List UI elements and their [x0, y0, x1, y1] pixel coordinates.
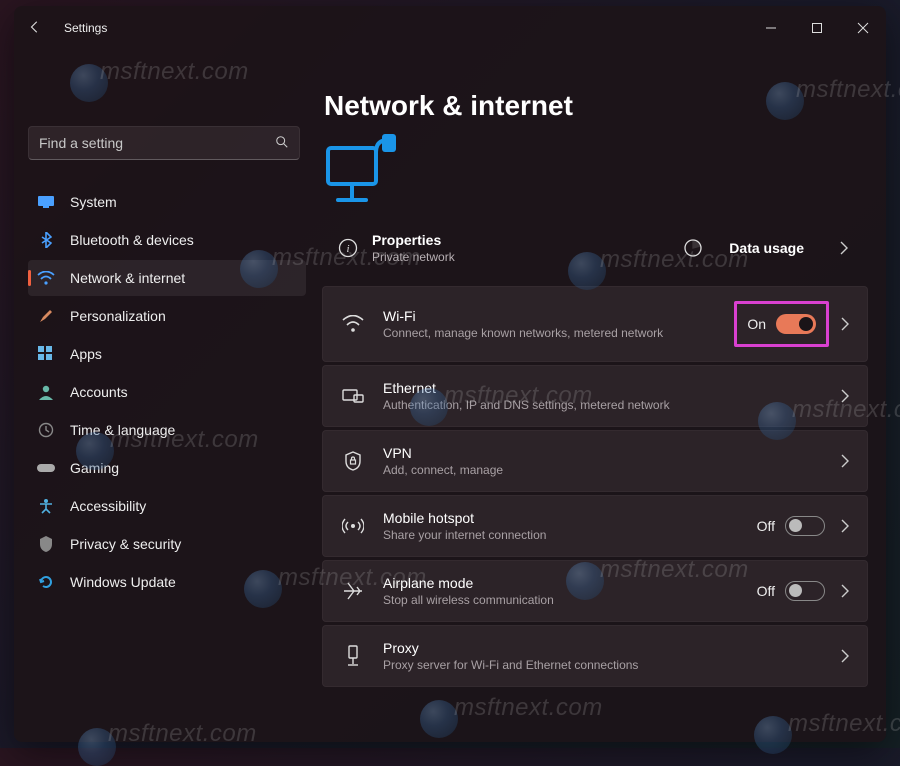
card-title: Mobile hotspot: [383, 510, 757, 526]
properties-sub: Private network: [372, 250, 455, 264]
sidebar-item-label: Time & language: [70, 422, 175, 438]
card-title: Proxy: [383, 640, 835, 656]
wifi-icon: [341, 315, 365, 333]
airplane-icon: [341, 581, 365, 601]
card-subtitle: Authentication, IP and DNS settings, met…: [383, 398, 835, 412]
page-title: Network & internet: [324, 90, 868, 122]
ethernet-icon: [341, 387, 365, 405]
back-button[interactable]: [28, 20, 52, 37]
account-icon: [36, 384, 56, 400]
sidebar-item-label: Gaming: [70, 460, 119, 476]
apps-icon: [36, 346, 56, 362]
card-wifi[interactable]: Wi-Fi Connect, manage known networks, met…: [322, 286, 868, 362]
card-proxy[interactable]: Proxy Proxy server for Wi-Fi and Ethernet…: [322, 625, 868, 687]
chevron-right-icon: [834, 241, 854, 255]
window-title: Settings: [64, 21, 107, 35]
time-icon: [36, 422, 56, 438]
sidebar-item-label: Network & internet: [70, 270, 185, 286]
privacy-icon: [36, 536, 56, 552]
card-subtitle: Connect, manage known networks, metered …: [383, 326, 734, 340]
sidebar-item-label: Accessibility: [70, 498, 146, 514]
card-subtitle: Share your internet connection: [383, 528, 757, 542]
info-icon: i: [336, 238, 360, 258]
card-title: Airplane mode: [383, 575, 757, 591]
toggle-state-label: Off: [757, 583, 775, 599]
proxy-icon: [341, 645, 365, 667]
chevron-right-icon: [835, 649, 855, 663]
sidebar-item-label: Privacy & security: [70, 536, 181, 552]
titlebar: Settings: [14, 6, 886, 50]
sidebar-item-label: Apps: [70, 346, 102, 362]
toggle-state-label: On: [747, 316, 766, 332]
chevron-right-icon: [835, 389, 855, 403]
settings-window: Settings System Bluetooth & devices Networ…: [14, 6, 886, 742]
search-icon: [275, 135, 289, 152]
hotspot-toggle[interactable]: [785, 516, 825, 536]
maximize-button[interactable]: [794, 6, 840, 50]
data-usage-label: Data usage: [729, 240, 804, 256]
sidebar-item-privacy-security[interactable]: Privacy & security: [28, 526, 306, 562]
svg-text:i: i: [346, 243, 349, 255]
sidebar-item-bluetooth-devices[interactable]: Bluetooth & devices: [28, 222, 306, 258]
sidebar-item-personalization[interactable]: Personalization: [28, 298, 306, 334]
wifi-toggle[interactable]: [776, 314, 816, 334]
card-subtitle: Add, connect, manage: [383, 463, 835, 477]
sidebar-item-network-internet[interactable]: Network & internet: [28, 260, 306, 296]
system-icon: [36, 196, 56, 208]
properties-label: Properties: [372, 232, 455, 248]
sidebar-item-system[interactable]: System: [28, 184, 306, 220]
chevron-right-icon: [835, 454, 855, 468]
sidebar-item-accessibility[interactable]: Accessibility: [28, 488, 306, 524]
sidebar-item-label: Personalization: [70, 308, 166, 324]
update-icon: [36, 574, 56, 590]
sidebar: System Bluetooth & devices Network & inter…: [14, 50, 314, 742]
network-hero-icon: [322, 134, 868, 210]
search-input[interactable]: [39, 135, 275, 151]
close-button[interactable]: [840, 6, 886, 50]
accessibility-icon: [36, 498, 56, 514]
toggle-state-label: Off: [757, 518, 775, 534]
sidebar-item-label: Windows Update: [70, 574, 176, 590]
card-title: Wi-Fi: [383, 308, 734, 324]
data-usage-link[interactable]: Data usage: [595, 238, 854, 258]
chevron-right-icon: [835, 317, 855, 331]
wifi-icon: [36, 271, 56, 285]
brush-icon: [36, 308, 56, 324]
card-subtitle: Stop all wireless communication: [383, 593, 757, 607]
info-row: i Properties Private network Data usage: [322, 224, 868, 272]
chevron-right-icon: [835, 584, 855, 598]
card-ethernet[interactable]: Ethernet Authentication, IP and DNS setti…: [322, 365, 868, 427]
card-airplane[interactable]: Airplane mode Stop all wireless communica…: [322, 560, 868, 622]
properties-link[interactable]: i Properties Private network: [336, 232, 595, 264]
gaming-icon: [36, 462, 56, 474]
card-subtitle: Proxy server for Wi-Fi and Ethernet conn…: [383, 658, 835, 672]
sidebar-item-label: Accounts: [70, 384, 128, 400]
main-panel: Network & internet i Properties: [314, 50, 886, 742]
vpn-icon: [341, 451, 365, 471]
airplane-toggle[interactable]: [785, 581, 825, 601]
sidebar-item-label: System: [70, 194, 117, 210]
sidebar-item-apps[interactable]: Apps: [28, 336, 306, 372]
highlight-box: On: [734, 301, 829, 347]
card-title: Ethernet: [383, 380, 835, 396]
chevron-right-icon: [835, 519, 855, 533]
card-vpn[interactable]: VPN Add, connect, manage: [322, 430, 868, 492]
search-box[interactable]: [28, 126, 300, 160]
sidebar-item-windows-update[interactable]: Windows Update: [28, 564, 306, 600]
data-usage-icon: [681, 238, 705, 258]
minimize-button[interactable]: [748, 6, 794, 50]
hotspot-icon: [341, 517, 365, 535]
sidebar-item-label: Bluetooth & devices: [70, 232, 194, 248]
bluetooth-icon: [36, 232, 56, 248]
sidebar-item-gaming[interactable]: Gaming: [28, 450, 306, 486]
card-title: VPN: [383, 445, 835, 461]
sidebar-item-accounts[interactable]: Accounts: [28, 374, 306, 410]
card-hotspot[interactable]: Mobile hotspot Share your internet connec…: [322, 495, 868, 557]
sidebar-item-time-language[interactable]: Time & language: [28, 412, 306, 448]
